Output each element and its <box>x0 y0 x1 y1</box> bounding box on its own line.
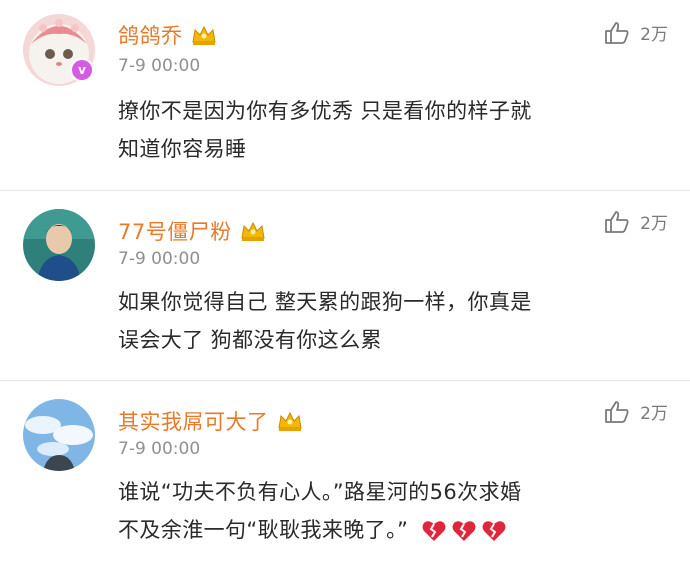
comment-text-line: 知道你容易睡 <box>118 137 247 161</box>
like-button[interactable]: 2万 <box>604 209 668 234</box>
like-button[interactable]: 2万 <box>604 20 668 45</box>
avatar[interactable] <box>23 209 95 281</box>
comment-item: 77号僵尸粉 7-9 00:00 如果你觉得自己 整天累的跟狗一样，你真是 误会… <box>0 190 690 380</box>
comment-text: 撩你不是因为你有多优秀 只是看你的样子就 知道你容易睡 <box>118 92 678 168</box>
verified-badge-icon: v <box>70 58 94 82</box>
username[interactable]: 其实我屌可大了 <box>118 406 269 436</box>
thumbs-up-icon <box>605 210 629 233</box>
comment-time: 7-9 00:00 <box>118 249 201 269</box>
crown-icon <box>191 25 216 45</box>
comment-text-line: 如果你觉得自己 整天累的跟狗一样，你真是 <box>118 290 532 314</box>
thumbs-up-icon <box>605 400 629 423</box>
username[interactable]: 鸽鸽乔 <box>118 20 183 50</box>
like-count: 2万 <box>640 25 668 45</box>
comment-text-line: 谁说“功夫不负有心人。”路星河的56次求婚 <box>118 480 522 504</box>
comment-time: 7-9 00:00 <box>118 439 201 459</box>
comment-text-line: 误会大了 狗都没有你这么累 <box>118 328 382 352</box>
like-count: 2万 <box>640 214 668 234</box>
user-row: 鸽鸽乔 <box>118 20 217 50</box>
emoji-group <box>421 519 511 543</box>
broken-heart-icon <box>452 521 476 541</box>
broken-heart-icon <box>482 521 506 541</box>
comment-text-line: 撩你不是因为你有多优秀 只是看你的样子就 <box>118 99 532 123</box>
username[interactable]: 77号僵尸粉 <box>118 216 232 246</box>
user-row: 其实我屌可大了 <box>118 406 303 436</box>
comment-text-segment: 不及余淮一句“耿耿我来晚了。” <box>118 518 409 542</box>
crown-icon <box>277 411 302 431</box>
crown-icon <box>241 221 265 241</box>
comment-item: v 鸽鸽乔 7-9 00:00 撩你不是因为你有多优秀 只是看你的样子就 知道你… <box>0 0 690 190</box>
like-count: 2万 <box>640 404 668 424</box>
comment-text-line: 不及余淮一句“耿耿我来晚了。” <box>118 511 678 549</box>
comment-item: 其实我屌可大了 7-9 00:00 谁说“功夫不负有心人。”路星河的56次求婚 … <box>0 380 690 567</box>
thumbs-up-icon <box>605 21 629 44</box>
like-button[interactable]: 2万 <box>604 399 668 424</box>
comment-text: 如果你觉得自己 整天累的跟狗一样，你真是 误会大了 狗都没有你这么累 <box>118 283 678 359</box>
user-row: 77号僵尸粉 <box>118 216 266 246</box>
avatar[interactable] <box>23 399 95 471</box>
comment-time: 7-9 00:00 <box>118 56 201 76</box>
comment-text: 谁说“功夫不负有心人。”路星河的56次求婚 不及余淮一句“耿耿我来晚了。” <box>118 473 678 549</box>
broken-heart-icon <box>422 521 446 541</box>
